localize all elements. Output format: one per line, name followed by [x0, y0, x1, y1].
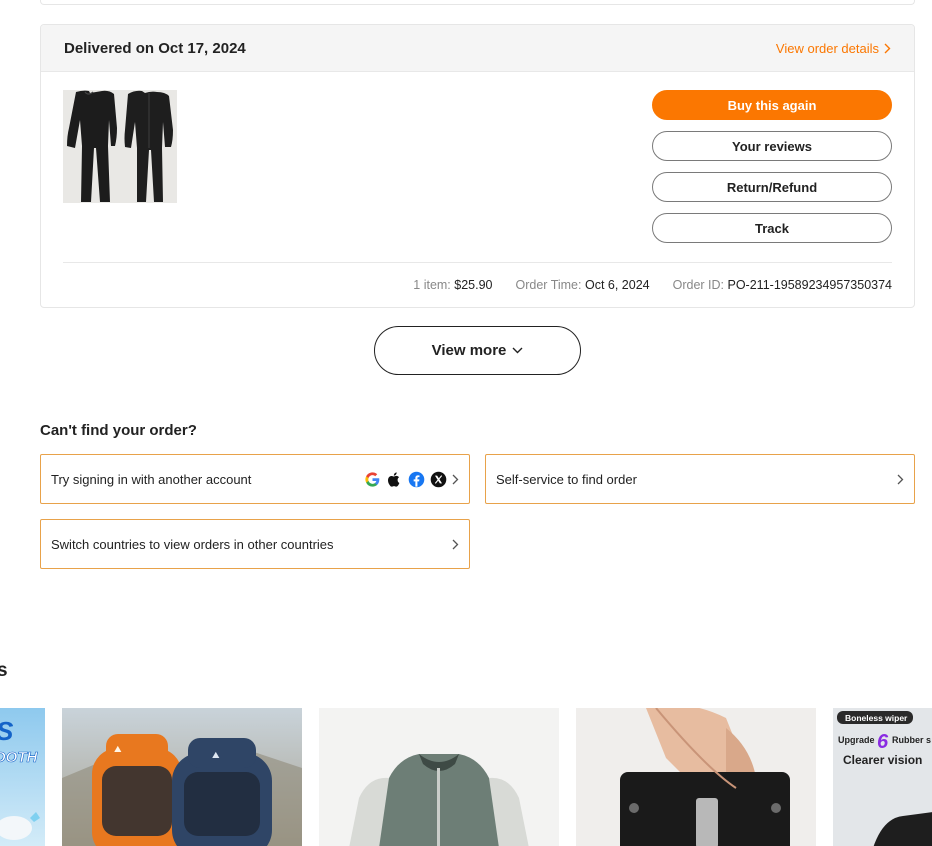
- hiking-backpacks-image: ⛰ ⛰: [62, 708, 302, 846]
- your-reviews-button[interactable]: Your reviews: [652, 131, 892, 161]
- svg-text:⛰: ⛰: [212, 750, 220, 760]
- x-icon: [430, 471, 447, 487]
- recommendations-title: s: [0, 660, 8, 681]
- view-order-details-link[interactable]: View order details: [776, 41, 891, 56]
- social-login-icons: [364, 471, 459, 488]
- clearer-vision-text: Clearer vision: [843, 753, 922, 767]
- badge-text: Boneless wiper: [845, 713, 908, 723]
- bomber-jacket-image: [319, 708, 559, 846]
- rubber-text: Rubber s: [892, 735, 931, 745]
- track-button[interactable]: Track: [652, 213, 892, 243]
- view-more-label: View more: [431, 342, 507, 359]
- chevron-right-icon: [897, 474, 904, 484]
- divider: [63, 262, 892, 263]
- overlay-text-1: S: [0, 716, 14, 746]
- switch-countries-label: Switch countries to view orders in other…: [51, 536, 334, 552]
- facebook-icon: [408, 471, 425, 487]
- recommended-product-card[interactable]: [319, 708, 559, 846]
- order-card: Delivered on Oct 17, 2024 View order det…: [40, 24, 915, 308]
- svg-text:⛰: ⛰: [114, 744, 122, 754]
- sign-in-another-account-option[interactable]: Try signing in with another account: [40, 454, 470, 504]
- order-id-value: PO-211-19589234957350374: [727, 278, 893, 292]
- google-icon: [365, 471, 380, 487]
- wiper-blade-image: Boneless wiper Upgrade 6 Rubber s Cleare…: [833, 708, 932, 846]
- order-meta: 1 item: $25.90 Order Time: Oct 6, 2024 O…: [413, 278, 892, 292]
- buy-again-button[interactable]: Buy this again: [652, 90, 892, 120]
- upgrade-text: Upgrade: [838, 735, 875, 745]
- recommended-product-card[interactable]: ⛰ ⛰: [62, 708, 302, 846]
- items-label: 1 item:: [413, 278, 451, 292]
- view-order-details-label: View order details: [775, 40, 879, 56]
- order-time-value: Oct 6, 2024: [584, 278, 650, 292]
- switch-countries-option[interactable]: Switch countries to view orders in other…: [40, 519, 470, 569]
- wetsuit-image: [63, 90, 177, 203]
- recommended-product-card[interactable]: S OOTH: [0, 708, 45, 846]
- chevron-down-icon: [512, 347, 523, 354]
- view-more-button[interactable]: View more: [374, 326, 581, 375]
- overlay-text-2: OOTH: [0, 749, 38, 766]
- order-item-summary: 1 item: $25.90: [413, 278, 492, 292]
- previous-order-card: [40, 0, 915, 5]
- order-time-label: Order Time:: [515, 278, 582, 292]
- order-status: Delivered on Oct 17, 2024: [64, 39, 246, 57]
- order-id-label: Order ID:: [672, 278, 725, 292]
- recommended-product-card[interactable]: Boneless wiper Upgrade 6 Rubber s Cleare…: [833, 708, 932, 846]
- product-thumbnail[interactable]: [63, 90, 177, 203]
- order-header: Delivered on Oct 17, 2024 View order det…: [41, 25, 914, 72]
- items-value: $25.90: [454, 278, 493, 292]
- bluetooth-product-image: S OOTH: [0, 708, 45, 846]
- chevron-right-icon: [452, 539, 459, 549]
- order-actions: Buy this again Your reviews Return/Refun…: [652, 90, 893, 254]
- apple-icon: [388, 471, 400, 487]
- chevron-right-icon: [452, 474, 459, 484]
- chevron-right-icon: [884, 43, 891, 53]
- card-holder-wallet-image: [576, 708, 816, 846]
- cant-find-order-heading: Can't find your order?: [40, 422, 197, 439]
- order-time: Order Time: Oct 6, 2024: [516, 278, 650, 292]
- self-service-find-order-option[interactable]: Self-service to find order: [485, 454, 915, 504]
- order-id: Order ID: PO-211-19589234957350374: [673, 278, 892, 292]
- self-service-label: Self-service to find order: [496, 471, 637, 487]
- return-refund-button[interactable]: Return/Refund: [652, 172, 892, 202]
- sign-in-another-account-label: Try signing in with another account: [51, 471, 252, 487]
- upgrade-number: 6: [877, 731, 889, 753]
- recommended-product-card[interactable]: [576, 708, 816, 846]
